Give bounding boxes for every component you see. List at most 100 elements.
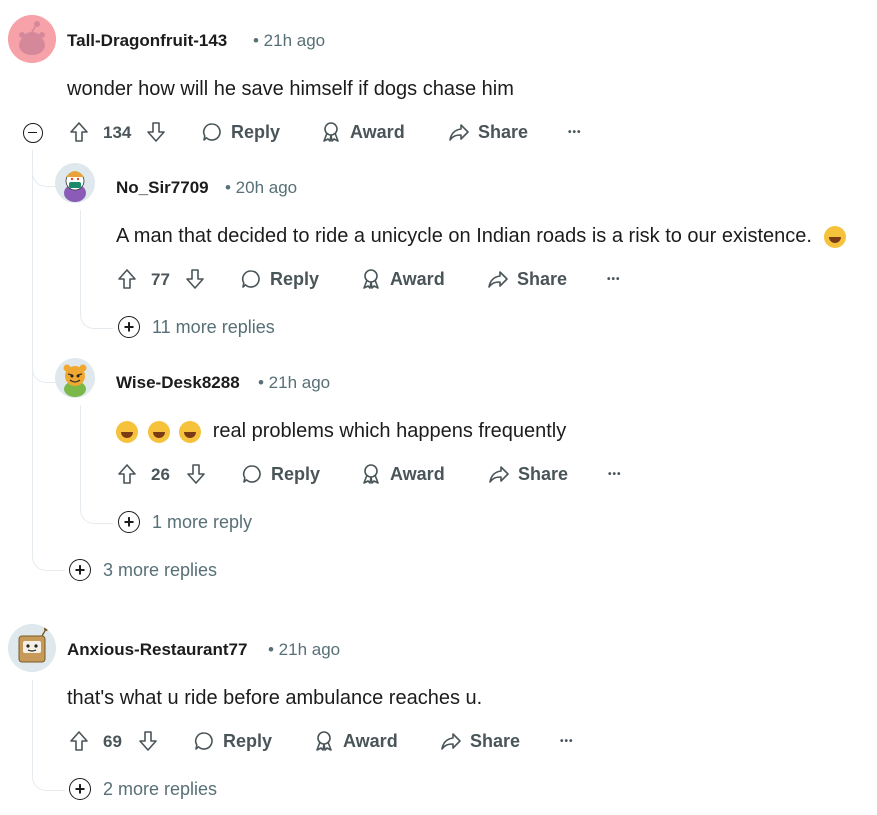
- reply-button[interactable]: Reply: [241, 463, 320, 485]
- plus-circle-icon: +: [118, 316, 140, 338]
- upvote-button[interactable]: [67, 729, 91, 753]
- award-button[interactable]: Award: [313, 730, 398, 752]
- thread-line: [32, 680, 33, 760]
- arrow-down-icon: [186, 269, 204, 289]
- reply-label: Reply: [271, 463, 321, 484]
- vote-count: 134: [103, 123, 132, 142]
- timestamp[interactable]: • 21h ago: [258, 373, 330, 393]
- rofl-emoji-icon: [147, 420, 170, 443]
- thread-curve: [32, 760, 65, 791]
- more-replies-label: 2 more replies: [103, 778, 218, 799]
- award-icon: [316, 731, 332, 751]
- upvote-button[interactable]: [67, 120, 91, 144]
- collapse-thread-button[interactable]: [21, 121, 45, 145]
- snoo-avatar-icon: [8, 624, 56, 672]
- username[interactable]: Anxious-Restaurant77: [67, 640, 247, 660]
- timestamp[interactable]: • 21h ago: [253, 31, 325, 51]
- vote-count: 77: [151, 270, 170, 289]
- arrow-down-icon: [187, 464, 205, 484]
- share-label: Share: [470, 730, 521, 751]
- timestamp[interactable]: • 21h ago: [268, 640, 340, 660]
- arrow-up-icon: [118, 269, 136, 289]
- comment-text: that's what u ride before ambulance reac…: [67, 687, 483, 709]
- more-replies-label: 1 more reply: [152, 511, 253, 532]
- more-replies-button[interactable]: + 1 more reply: [118, 511, 252, 533]
- comment-bubble-icon: [241, 270, 260, 288]
- reply-label: Reply: [231, 121, 281, 142]
- comment-bubble-icon: [242, 465, 261, 483]
- thread-curve: [32, 150, 57, 187]
- more-replies-label: 11 more replies: [152, 316, 275, 337]
- avatar[interactable]: [8, 15, 56, 63]
- snoo-avatar-icon: [8, 15, 56, 63]
- snoo-avatar-icon: [55, 163, 95, 203]
- award-icon: [363, 464, 379, 484]
- more-replies-label: 3 more replies: [103, 559, 218, 580]
- thread-curve: [80, 495, 113, 524]
- avatar[interactable]: [55, 163, 95, 203]
- comment-bubble-icon: [202, 123, 221, 141]
- arrow-up-icon: [70, 122, 88, 142]
- share-label: Share: [517, 268, 568, 289]
- comment-text: real problems which happens frequently: [116, 420, 566, 443]
- more-options-button[interactable]: •••: [568, 127, 582, 138]
- vote-count: 26: [151, 465, 170, 484]
- award-button[interactable]: Award: [320, 121, 405, 143]
- reply-label: Reply: [223, 730, 273, 751]
- award-label: Award: [343, 730, 398, 751]
- plus-circle-icon: +: [69, 559, 91, 581]
- award-label: Award: [390, 463, 445, 484]
- share-button[interactable]: Share: [448, 121, 528, 143]
- username[interactable]: Tall-Dragonfruit-143: [67, 31, 227, 51]
- rofl-emoji-icon: [179, 420, 202, 443]
- share-label: Share: [478, 121, 529, 142]
- more-options-button[interactable]: •••: [560, 736, 574, 747]
- share-arrow-icon: [441, 733, 461, 750]
- arrow-down-icon: [147, 122, 165, 142]
- thread-line: [80, 210, 81, 310]
- thread-curve: [32, 340, 57, 383]
- more-replies-button[interactable]: + 2 more replies: [69, 778, 217, 800]
- snoo-avatar-icon: [55, 358, 95, 398]
- reply-label: Reply: [270, 268, 320, 289]
- arrow-up-icon: [70, 731, 88, 751]
- arrow-up-icon: [118, 464, 136, 484]
- share-button[interactable]: Share: [488, 463, 568, 485]
- comment-text-content: A man that decided to ride a unicycle on…: [116, 225, 812, 247]
- more-options-button[interactable]: •••: [608, 469, 622, 480]
- more-replies-button[interactable]: + 11 more replies: [118, 316, 275, 338]
- share-arrow-icon: [488, 271, 508, 288]
- downvote-button[interactable]: [136, 729, 160, 753]
- downvote-button[interactable]: [184, 462, 208, 486]
- comment-bubble-icon: [194, 732, 213, 750]
- reply-button[interactable]: Reply: [240, 268, 319, 290]
- rofl-emoji-icon: [116, 420, 138, 443]
- username[interactable]: Wise-Desk8288: [116, 373, 240, 393]
- avatar[interactable]: [8, 624, 56, 672]
- plus-circle-icon: +: [118, 511, 140, 533]
- upvote-button[interactable]: [115, 267, 139, 291]
- comment-text-content: real problems which happens frequently: [212, 420, 567, 442]
- share-button[interactable]: Share: [487, 268, 567, 290]
- more-options-button[interactable]: •••: [607, 274, 621, 285]
- share-arrow-icon: [449, 124, 469, 141]
- thread-curve: [80, 300, 113, 329]
- username[interactable]: No_Sir7709: [116, 178, 209, 198]
- downvote-button[interactable]: [183, 267, 207, 291]
- more-replies-button[interactable]: + 3 more replies: [69, 559, 217, 581]
- reply-button[interactable]: Reply: [193, 730, 272, 752]
- comment-text: A man that decided to ride a unicycle on…: [116, 225, 846, 248]
- thread-curve: [32, 540, 65, 571]
- vote-count: 69: [103, 732, 122, 751]
- award-button[interactable]: Award: [360, 463, 445, 485]
- upvote-button[interactable]: [115, 462, 139, 486]
- share-button[interactable]: Share: [440, 730, 520, 752]
- thread-line: [80, 405, 81, 505]
- award-button[interactable]: Award: [360, 268, 445, 290]
- downvote-button[interactable]: [144, 120, 168, 144]
- avatar[interactable]: [55, 358, 95, 398]
- award-label: Award: [390, 268, 445, 289]
- timestamp[interactable]: • 20h ago: [225, 178, 297, 198]
- reply-button[interactable]: Reply: [201, 121, 280, 143]
- award-icon: [363, 269, 379, 289]
